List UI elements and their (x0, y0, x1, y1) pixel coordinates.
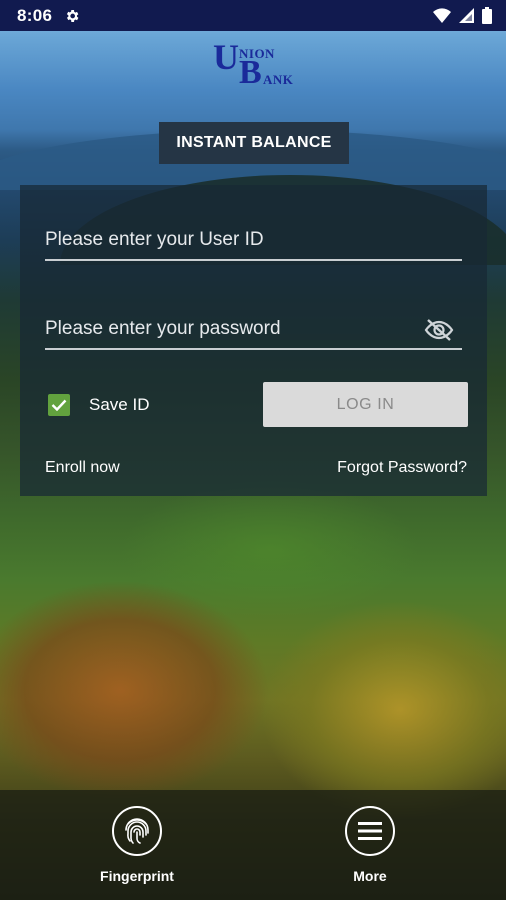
user-id-field (45, 221, 462, 261)
password-field (45, 310, 462, 350)
login-button[interactable]: LOG IN (263, 382, 468, 427)
cell-signal-icon (459, 8, 474, 23)
save-id-label: Save ID (89, 395, 150, 414)
eye-off-icon[interactable] (424, 318, 454, 342)
battery-icon (482, 7, 492, 24)
more-button[interactable]: More (320, 806, 420, 884)
password-input[interactable] (45, 310, 462, 348)
forgot-password-link[interactable]: Forgot Password? (337, 459, 467, 477)
union-bank-logo: U NION B ANK (213, 37, 294, 91)
save-id-checkbox[interactable] (48, 394, 70, 416)
checkmark-icon (51, 399, 67, 411)
user-id-input[interactable] (45, 221, 462, 259)
login-panel: Save ID LOG IN Enroll now Forgot Passwor… (20, 185, 487, 496)
fingerprint-label: Fingerprint (100, 868, 174, 884)
gear-icon (67, 9, 79, 22)
fingerprint-button[interactable]: Fingerprint (84, 806, 190, 884)
instant-balance-button[interactable]: INSTANT BALANCE (159, 122, 349, 164)
save-id-row: Save ID (48, 394, 149, 416)
wifi-icon (433, 8, 451, 23)
enroll-now-link[interactable]: Enroll now (45, 459, 120, 477)
bottom-nav-bar: Fingerprint More (0, 790, 506, 900)
status-bar: 8:06 (0, 0, 506, 31)
more-label: More (353, 868, 387, 884)
menu-icon (345, 806, 395, 856)
status-time: 8:06 (17, 5, 53, 25)
fingerprint-icon (112, 806, 162, 856)
